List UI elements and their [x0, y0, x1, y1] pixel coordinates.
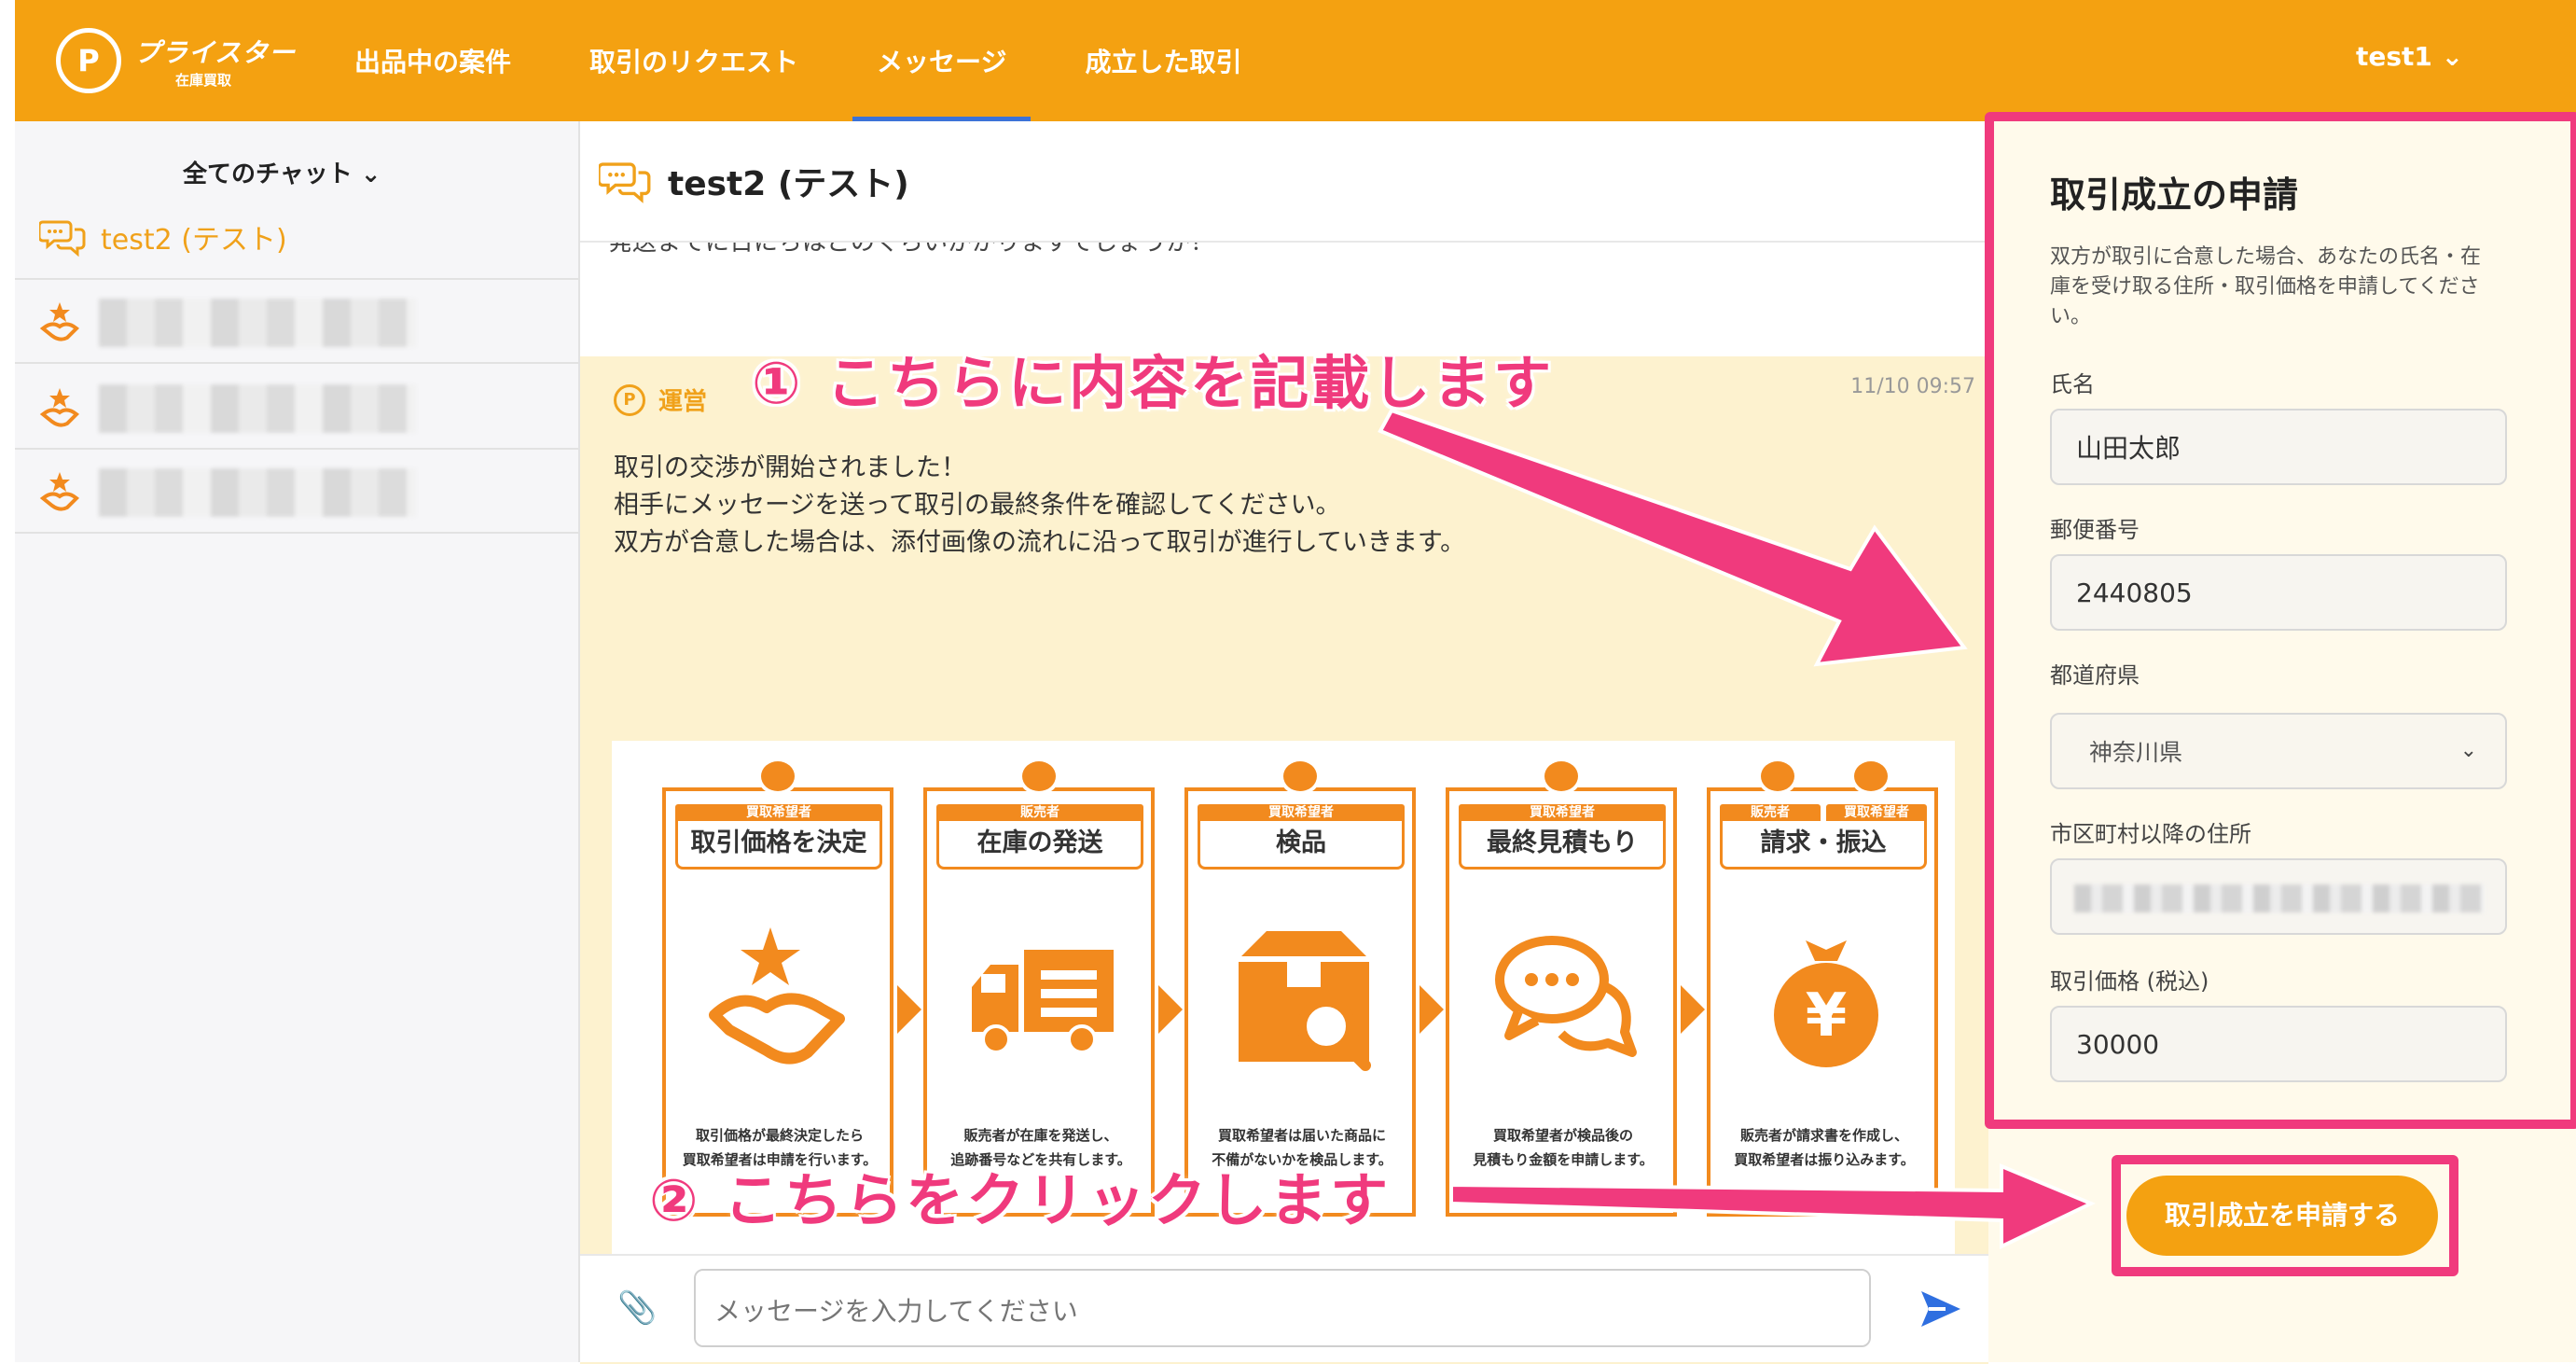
chat-bubbles-icon — [39, 220, 86, 257]
person-icon — [757, 758, 798, 795]
paperclip-icon[interactable]: 📎 — [617, 1289, 657, 1327]
speech-bubbles-icon — [1495, 936, 1637, 1057]
annotation-step2: ② こちらをクリックします — [647, 1165, 1392, 1236]
annotation-step1: ① こちらに内容を記載します — [750, 348, 1555, 419]
flow-step-role: 販売者 — [1720, 804, 1821, 821]
handshake-star-icon — [39, 302, 79, 341]
message-composer: 📎 — [580, 1254, 1988, 1362]
flow-arrow-icon — [1158, 985, 1183, 1034]
chat-list-item[interactable] — [15, 450, 580, 534]
flow-step-desc-line: 見積もり金額を申請します。 — [1473, 1151, 1654, 1168]
chat-list-item[interactable]: test2 (テスト) — [15, 196, 580, 280]
person-icon — [1541, 758, 1582, 795]
message-body: 取引の交渉が開始されました！ 相手にメッセージを送って取引の最終条件を確認してく… — [614, 450, 1465, 562]
message-line: 取引の交渉が開始されました！ — [614, 453, 966, 482]
person-icon — [1018, 758, 1059, 795]
flow-step-role: 販売者 — [936, 804, 1143, 821]
message-timestamp: 11/10 09:57 — [1850, 375, 1975, 398]
message-line: 双方が合意した場合は、添付画像の流れに沿って取引が進行していきます。 — [614, 528, 1466, 557]
brand-logo[interactable]: P プライスター 在庫買取 — [56, 28, 296, 93]
message-line: 相手にメッセージを送って取引の最終条件を確認してください。 — [614, 491, 1341, 520]
money-bag-yen-icon: ¥ — [1774, 940, 1878, 1067]
person-icon — [1757, 758, 1798, 795]
flow-step-role: 買取希望者 — [1826, 804, 1927, 821]
handshake-star-icon — [709, 927, 845, 1065]
top-header: P プライスター 在庫買取 出品中の案件 取引のリクエスト メッセージ 成立した… — [15, 0, 2576, 121]
flow-step-desc-line: 販売者が在庫を発送し、 — [963, 1127, 1118, 1144]
chat-list-item[interactable] — [15, 280, 580, 364]
sender-name: 運営 — [658, 388, 708, 416]
flow-step-desc: 買取希望者が検品後の 見積もり金額を申請します。 — [1455, 1123, 1671, 1172]
nav-completed-deals[interactable]: 成立した取引 — [1060, 0, 1266, 121]
send-icon[interactable] — [1919, 1289, 1962, 1329]
flow-arrow-icon — [897, 985, 921, 1034]
flow-step-desc-line: 買取希望者は振り込みます。 — [1734, 1151, 1915, 1168]
flow-step-title: 検品 — [1198, 821, 1405, 870]
flow-step-title: 取引価格を決定 — [675, 821, 882, 870]
chat-header: test2 (テスト) — [580, 121, 1988, 243]
flow-step-title: 在庫の発送 — [936, 821, 1143, 870]
flow-step-desc-line: 買取希望者は届いた商品に — [1217, 1127, 1386, 1144]
redacted-chat-name — [99, 384, 416, 433]
redacted-chat-name — [99, 468, 416, 517]
nav-requests[interactable]: 取引のリクエスト — [565, 0, 823, 121]
person-icon — [1280, 758, 1321, 795]
user-menu[interactable]: test1 ⌄ — [2356, 41, 2463, 72]
flow-step: 販売者 買取希望者 請求・振込 ¥ 販売者が請求書を作成し、 買取希望者は振り込… — [1707, 758, 1938, 1217]
form-highlight-box — [1985, 112, 2576, 1129]
person-icon — [1850, 758, 1891, 795]
handshake-star-icon — [39, 472, 79, 511]
chat-filter-dropdown[interactable]: 全てのチャット ⌄ — [183, 155, 381, 189]
flow-step-role: 買取希望者 — [675, 804, 882, 821]
flow-arrow-icon — [1420, 985, 1444, 1034]
flow-arrow-icon — [1681, 985, 1705, 1034]
flow-step-desc-line: 取引価格が最終決定したら — [695, 1127, 864, 1144]
logo-title: プライスター — [134, 36, 297, 68]
flow-step-desc-line: 買取希望者が検品後の — [1492, 1127, 1633, 1144]
flow-step-desc-line: 販売者が請求書を作成し、 — [1739, 1127, 1908, 1144]
chat-bubbles-icon — [599, 162, 651, 203]
handshake-star-icon — [39, 388, 79, 427]
flow-step-title: 請求・振込 — [1720, 821, 1927, 870]
yen-sign: ¥ — [1806, 981, 1848, 1051]
chat-list-item[interactable] — [15, 366, 580, 450]
flow-step: 販売者 在庫の発送 販売者が在庫を発送し、 追跡番号などを共有します。 — [923, 758, 1155, 1217]
flow-step-desc: 販売者が請求書を作成し、 買取希望者は振り込みます。 — [1716, 1123, 1932, 1172]
main-nav: 出品中の案件 取引のリクエスト メッセージ 成立した取引 — [330, 0, 1296, 121]
flow-step: 買取希望者 検品 買取希望者は届いた商品に 不備がないかを検品します。 — [1184, 758, 1416, 1217]
chat-sidebar: 全てのチャット ⌄ test2 (テスト) — [15, 121, 580, 1362]
flow-step-role: 買取希望者 — [1459, 804, 1666, 821]
logo-star-icon: P — [56, 28, 121, 93]
logo-subtitle: 在庫買取 — [175, 71, 232, 89]
chat-title: test2 (テスト) — [668, 165, 909, 203]
nav-listings[interactable]: 出品中の案件 — [330, 0, 535, 121]
truck-icon — [972, 950, 1114, 1054]
chat-list-name: test2 (テスト) — [101, 224, 287, 257]
box-search-icon — [1239, 931, 1371, 1071]
nav-messages[interactable]: メッセージ — [852, 0, 1032, 121]
flow-step: 買取希望者 取引価格を決定 取引価格が最終決定したら 買取希望者は申請を行います… — [662, 758, 893, 1217]
operator-logo-icon: P — [614, 383, 645, 416]
button-highlight-box — [2112, 1155, 2458, 1276]
flow-step: 買取希望者 最終見積もり 買取希望者が検品後の 見積もり金額を申請します。 — [1446, 758, 1677, 1217]
message-input[interactable] — [694, 1269, 1871, 1347]
flow-step-role: 買取希望者 — [1198, 804, 1405, 821]
redacted-chat-name — [99, 299, 416, 347]
flow-step-title: 最終見積もり — [1459, 821, 1666, 870]
message-sender: P 運営 — [614, 383, 707, 417]
flow-step-roles: 販売者 買取希望者 — [1720, 804, 1927, 821]
